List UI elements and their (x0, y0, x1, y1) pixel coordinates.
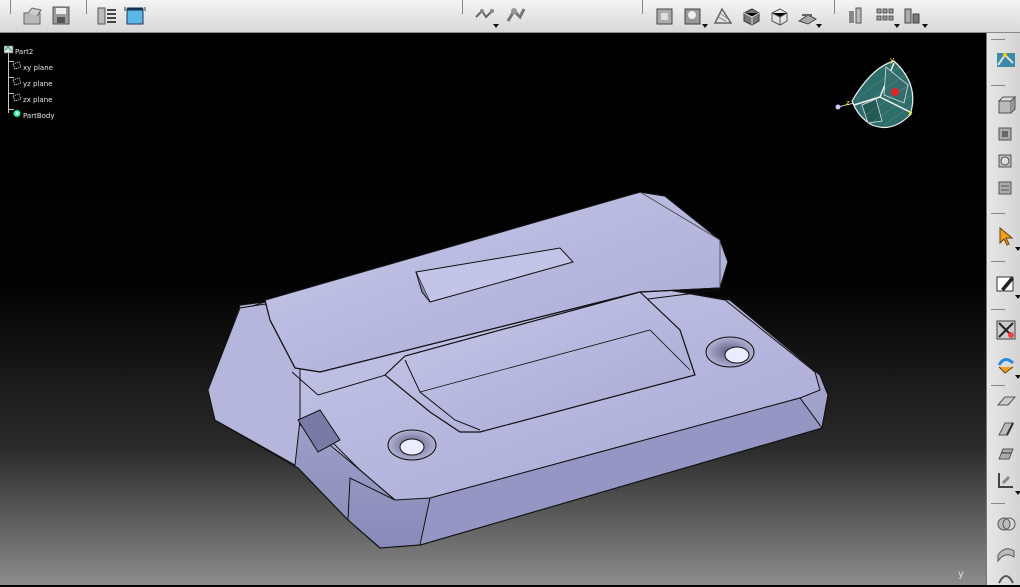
pocket-icon[interactable] (995, 122, 1017, 144)
thickness-icon[interactable] (995, 417, 1017, 439)
dropdown-arrow[interactable] (922, 24, 928, 28)
dropdown-arrow[interactable] (1015, 295, 1020, 299)
sketch-edit-icon[interactable] (995, 273, 1017, 295)
tree-node-xy-plane[interactable]: xy plane (12, 55, 53, 72)
surface-icon[interactable] (995, 541, 1017, 563)
partbody-gear-icon (13, 109, 21, 118)
dropdown-arrow[interactable] (1015, 375, 1020, 379)
part-body[interactable] (207, 191, 829, 549)
shaft-icon[interactable] (995, 149, 1017, 171)
toolbar-separator (991, 39, 1005, 40)
part-icon (4, 45, 14, 54)
toolbar-separator (991, 503, 1005, 504)
top-toolbar (0, 0, 1020, 33)
dropdown-arrow[interactable] (1015, 247, 1020, 251)
toolbar-separator (642, 0, 643, 14)
toolbar-separator (991, 309, 1005, 310)
measure-icon[interactable] (902, 5, 924, 27)
tree-node-partbody[interactable]: PartBody (12, 103, 55, 120)
tree-node-root[interactable]: Part2 (4, 39, 33, 56)
corner-icon[interactable] (995, 469, 1017, 491)
compass-axis-label: z (846, 99, 850, 107)
wireframe-icon[interactable] (768, 5, 790, 27)
toolbar-separator (991, 261, 1005, 262)
toolbar-separator (991, 85, 1005, 86)
dropdown-arrow[interactable] (894, 24, 900, 28)
plane-icon (12, 61, 22, 70)
fit-window-icon[interactable] (124, 5, 146, 27)
toolbar-separator (991, 213, 1005, 214)
toolbar-separator (462, 0, 463, 14)
save-icon[interactable] (50, 5, 72, 27)
constraint-icon[interactable] (995, 319, 1017, 341)
dropdown-arrow[interactable] (1015, 491, 1020, 495)
dropdown-arrow[interactable] (816, 24, 822, 28)
toolbar-separator (86, 0, 87, 14)
toolbar-separator (10, 0, 11, 14)
view-iso-icon[interactable] (682, 5, 704, 27)
dropdown-arrow[interactable] (493, 24, 499, 28)
toolbar-separator (991, 385, 1005, 386)
right-toolbar (986, 33, 1020, 585)
pad-icon[interactable] (995, 95, 1017, 117)
properties-icon[interactable] (96, 5, 118, 27)
toolbar-separator (834, 0, 835, 14)
analysis-icon[interactable] (995, 565, 1017, 587)
draft-icon[interactable] (995, 443, 1017, 465)
transform-icon[interactable] (995, 353, 1017, 375)
swap-visible-icon[interactable] (846, 5, 868, 27)
open-icon[interactable] (22, 5, 44, 27)
hide-show-icon[interactable] (796, 5, 818, 27)
render-style-icon[interactable] (712, 5, 734, 27)
select-arrow-icon[interactable] (995, 225, 1017, 247)
compass-axis-label: y (890, 56, 894, 64)
3d-viewport[interactable]: Part2 xy plane yz plane zx plane PartBod… (0, 33, 986, 585)
plane-feature-icon[interactable] (995, 391, 1017, 413)
dropdown-arrow[interactable] (702, 24, 708, 28)
tree-node-yz-plane[interactable]: yz plane (12, 71, 52, 88)
sketcher-icon[interactable] (995, 49, 1017, 71)
plane-icon (12, 93, 22, 102)
axis-label: y (958, 569, 964, 580)
pattern-icon[interactable] (874, 5, 896, 27)
plane-icon (12, 77, 22, 86)
tree-node-label: PartBody (23, 112, 55, 120)
assembly-icon[interactable] (504, 5, 526, 27)
tree-line (8, 49, 9, 113)
shading-icon[interactable] (740, 5, 762, 27)
tree-node-zx-plane[interactable]: zx plane (12, 87, 52, 104)
compass-handle-icon[interactable] (891, 88, 899, 96)
hole-icon[interactable] (995, 176, 1017, 198)
boolean-icon[interactable] (995, 513, 1017, 535)
compass-widget[interactable]: y x z (832, 55, 924, 135)
view-front-icon[interactable] (654, 5, 676, 27)
compass-axis-label: x (908, 109, 912, 117)
